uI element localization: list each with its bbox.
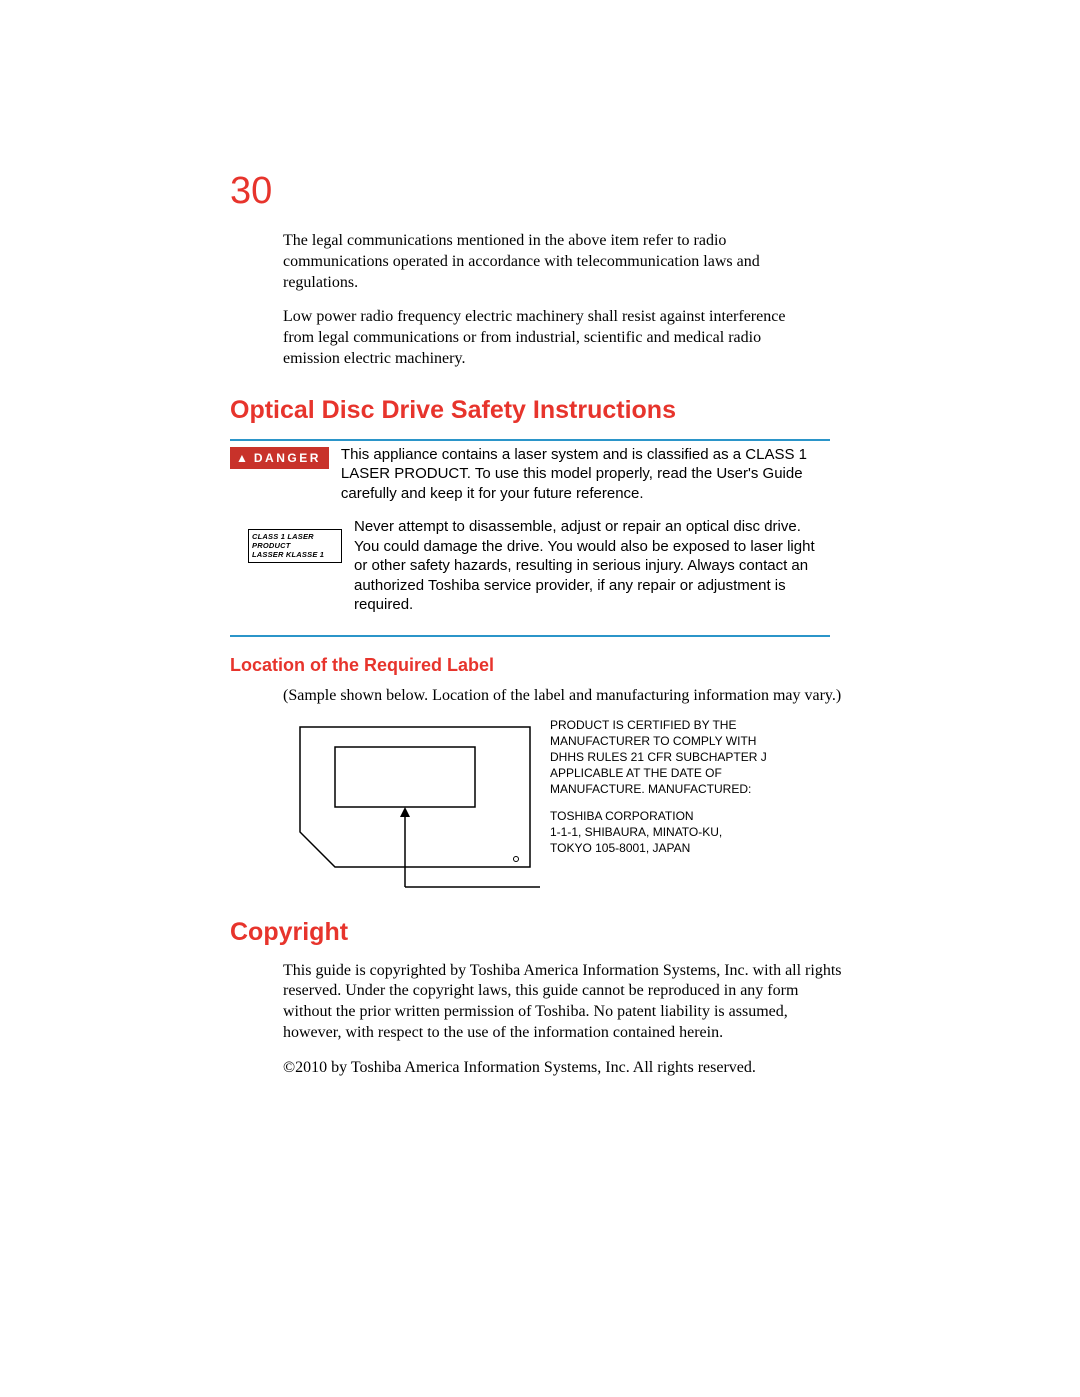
- danger-callout: ▲ DANGER This appliance contains a laser…: [230, 439, 830, 637]
- class1-line1: CLASS 1 LASER PRODUCT: [252, 533, 338, 550]
- warning-triangle-icon: ▲: [236, 451, 248, 465]
- drive-outline-icon: [290, 717, 540, 892]
- label-location-intro: (Sample shown below. Location of the lab…: [283, 686, 843, 707]
- heading-label-location: Location of the Required Label: [230, 655, 950, 676]
- danger-text-1: This appliance contains a laser system a…: [341, 445, 830, 504]
- copyright-paragraph-1: This guide is copyrighted by Toshiba Ame…: [283, 961, 843, 1044]
- cert-text-2: TOSHIBA CORPORATION 1-1-1, SHIBAURA, MIN…: [550, 808, 780, 857]
- danger-text-2: Never attempt to disassemble, adjust or …: [354, 517, 830, 615]
- page-number: 30: [230, 170, 950, 213]
- heading-optical-disc: Optical Disc Drive Safety Instructions: [230, 396, 950, 425]
- label-diagram: PRODUCT IS CERTIFIED BY THE MANUFACTURER…: [290, 717, 950, 892]
- danger-badge-label: DANGER: [254, 451, 321, 465]
- intro-paragraph-1: The legal communications mentioned in th…: [283, 231, 803, 293]
- certification-label-text: PRODUCT IS CERTIFIED BY THE MANUFACTURER…: [550, 717, 780, 867]
- intro-paragraph-2: Low power radio frequency electric machi…: [283, 307, 803, 369]
- cert-text-1: PRODUCT IS CERTIFIED BY THE MANUFACTURER…: [550, 717, 780, 798]
- class1-laser-box: CLASS 1 LASER PRODUCT LASSER KLASSE 1: [248, 529, 342, 563]
- danger-badge: ▲ DANGER: [230, 447, 329, 469]
- class1-line2: LASSER KLASSE 1: [252, 551, 338, 560]
- heading-copyright: Copyright: [230, 918, 950, 947]
- copyright-paragraph-2: ©2010 by Toshiba America Information Sys…: [283, 1058, 843, 1079]
- page: 30 The legal communications mentioned in…: [0, 0, 1080, 1079]
